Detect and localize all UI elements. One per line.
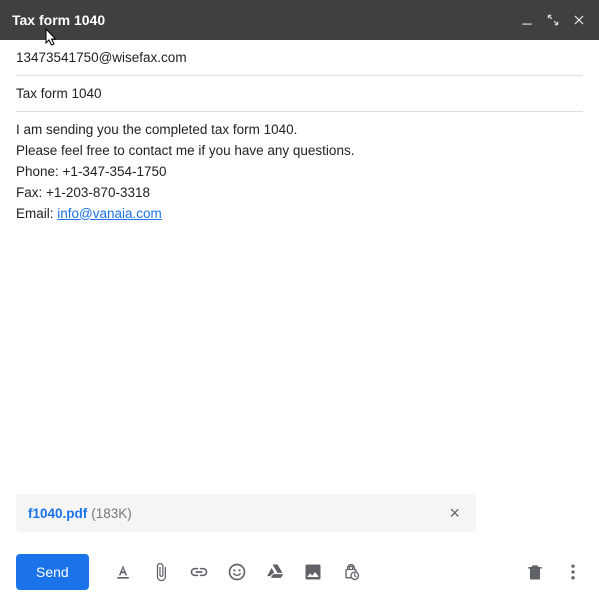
drive-icon[interactable]: [265, 562, 285, 582]
send-button[interactable]: Send: [16, 554, 89, 590]
discard-draft-icon[interactable]: [525, 562, 545, 582]
attachment-size: (183K): [91, 506, 132, 521]
compose-body: 13473541750@wisefax.com Tax form 1040 I …: [0, 40, 599, 552]
attachment-name: f1040.pdf: [28, 506, 87, 521]
footer-right: [525, 562, 583, 582]
compose-title: Tax form 1040: [12, 12, 519, 28]
text-format-icon[interactable]: [113, 562, 133, 582]
phone-value: +1-347-354-1750: [63, 164, 167, 179]
close-icon[interactable]: [571, 12, 587, 28]
phone-label: Phone:: [16, 164, 63, 179]
attachment-chip[interactable]: f1040.pdf (183K) ×: [16, 494, 476, 532]
message-body[interactable]: I am sending you the completed tax form …: [16, 112, 583, 494]
attachment-remove-icon[interactable]: ×: [445, 504, 464, 522]
compose-header: Tax form 1040: [0, 0, 599, 40]
insert-photo-icon[interactable]: [303, 562, 323, 582]
emoji-icon[interactable]: [227, 562, 247, 582]
body-phone-line: Phone: +1-347-354-1750: [16, 162, 583, 183]
window-controls: [519, 12, 587, 28]
compose-footer: Send: [0, 552, 599, 608]
body-email-line: Email: info@vanaia.com: [16, 204, 583, 225]
fax-value: +1-203-870-3318: [46, 185, 150, 200]
fullscreen-icon[interactable]: [545, 12, 561, 28]
fax-label: Fax:: [16, 185, 46, 200]
more-options-icon[interactable]: [563, 562, 583, 582]
confidential-mode-icon[interactable]: [341, 562, 361, 582]
format-toolbar: [113, 562, 361, 582]
body-line: I am sending you the completed tax form …: [16, 120, 583, 141]
body-fax-line: Fax: +1-203-870-3318: [16, 183, 583, 204]
insert-link-icon[interactable]: [189, 562, 209, 582]
subject-field[interactable]: Tax form 1040: [16, 76, 583, 112]
to-field[interactable]: 13473541750@wisefax.com: [16, 40, 583, 76]
minimize-icon[interactable]: [519, 12, 535, 28]
body-line: Please feel free to contact me if you ha…: [16, 141, 583, 162]
attach-file-icon[interactable]: [151, 562, 171, 582]
email-link[interactable]: info@vanaia.com: [57, 206, 162, 221]
email-label: Email:: [16, 206, 57, 221]
